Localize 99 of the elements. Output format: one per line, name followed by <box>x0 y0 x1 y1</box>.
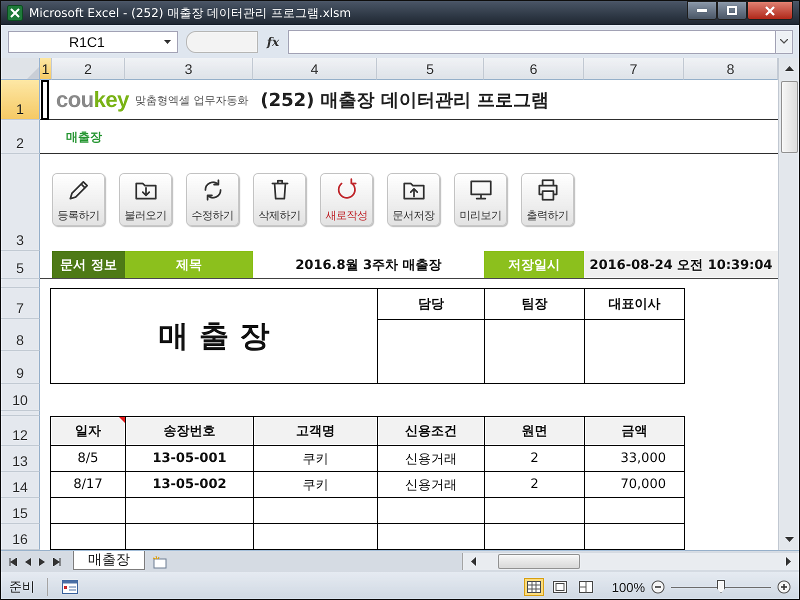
toolbar-button[interactable]: 새로작성 <box>320 173 373 226</box>
window-title: Microsoft Excel - (252) 매출장 데이터관리 프로그램.xlsm <box>29 4 352 22</box>
previous-sheet-icon[interactable] <box>25 558 31 566</box>
minimize-button[interactable] <box>687 1 717 20</box>
left-arrow-icon <box>471 557 476 566</box>
up-arrow-icon <box>784 66 794 71</box>
zoom-in-icon[interactable] <box>777 580 791 594</box>
row-header[interactable]: 13 <box>1 446 40 472</box>
title-value: 2016.8월 3주차 매출장 <box>294 257 443 275</box>
program-title: (252) 매출장 데이터관리 프로그램 <box>260 89 550 112</box>
column-header[interactable]: 4 <box>253 58 377 80</box>
expand-button[interactable] <box>776 30 793 54</box>
close-icon <box>765 6 775 16</box>
vertical-scrollbar[interactable] <box>778 58 799 550</box>
form-heading: 매 출 장 <box>50 288 378 384</box>
splitter-handle[interactable] <box>186 30 258 52</box>
excel-icon <box>7 5 23 21</box>
caret-icon <box>164 40 171 44</box>
down-arrow-icon <box>784 537 794 542</box>
table-cell: 2 <box>484 446 584 472</box>
column-heading: 고객명 <box>254 416 378 446</box>
column-heading: 일자 <box>50 416 126 446</box>
close-button[interactable] <box>747 1 793 20</box>
column-heading: 금액 <box>584 416 684 446</box>
toolbar-button[interactable]: 삭제하기 <box>253 173 306 226</box>
last-sheet-icon[interactable] <box>53 558 61 566</box>
zoom-out-icon[interactable] <box>651 580 665 594</box>
row-header[interactable]: 10 <box>1 384 40 411</box>
row-header[interactable]: 1 <box>1 80 40 120</box>
column-header[interactable]: 6 <box>484 58 584 80</box>
insert-function-button[interactable]: fx <box>262 34 284 48</box>
section-label: 문서 정보 <box>52 251 125 279</box>
row-header[interactable]: 2 <box>1 120 40 154</box>
normal-view-button[interactable] <box>524 578 544 596</box>
column-heading: 송장번호 <box>126 416 254 446</box>
column-heading: 원면 <box>484 416 584 446</box>
sheet-tab[interactable]: 매출장 <box>73 551 145 570</box>
right-arrow-icon <box>786 557 791 566</box>
toolbar-button[interactable]: 수정하기 <box>186 173 239 226</box>
toolbar-button[interactable]: 등록하기 <box>52 173 105 226</box>
sheet-label: 매출장 <box>66 128 102 146</box>
row-header[interactable]: 16 <box>1 524 40 550</box>
toolbar-button[interactable]: 불러오기 <box>119 173 172 226</box>
horizontal-scrollbar[interactable] <box>462 553 799 570</box>
column-header[interactable]: 2 <box>52 58 125 80</box>
toolbar-button[interactable]: 미리보기 <box>454 173 507 226</box>
macro-record-icon[interactable] <box>62 580 78 594</box>
column-heading: 신용조건 <box>378 416 484 446</box>
next-sheet-icon[interactable] <box>39 558 45 566</box>
column-header[interactable]: 5 <box>377 58 484 80</box>
row-header[interactable]: 9 <box>1 351 40 384</box>
status-text: 준비 <box>9 578 48 596</box>
row-header[interactable]: 8 <box>1 319 40 351</box>
row-header[interactable]: 3 <box>1 154 40 251</box>
row-header[interactable]: 15 <box>1 498 40 524</box>
slider-thumb[interactable] <box>717 580 725 593</box>
tagline: 맞춤형엑셀 업무자동화 <box>134 92 248 108</box>
zoom-percent[interactable]: 100% <box>612 580 645 594</box>
field-label: 저장일시 <box>484 251 584 279</box>
table-cell: 쿠키 <box>254 446 378 472</box>
table-cell: 쿠키 <box>254 472 378 498</box>
name-box[interactable]: R1C1 <box>8 30 178 52</box>
table-cell: 2 <box>484 472 584 498</box>
new-sheet-icon[interactable] <box>151 554 169 568</box>
column-header[interactable]: 8 <box>684 58 778 80</box>
approval-label: 팀장 <box>484 288 584 320</box>
maximize-button[interactable] <box>717 1 747 20</box>
zoom-slider[interactable] <box>671 579 771 595</box>
table-cell: 8/5 <box>50 446 126 472</box>
row-header[interactable]: 7 <box>1 288 40 319</box>
approval-label: 담당 <box>378 288 484 320</box>
cell-cursor <box>41 80 49 120</box>
toolbar-button[interactable]: 출력하기 <box>521 173 574 226</box>
table-cell: 신용거래 <box>378 446 484 472</box>
column-header[interactable]: 7 <box>584 58 684 80</box>
scroll-thumb[interactable] <box>498 554 580 569</box>
row-header[interactable]: 5 <box>1 251 40 279</box>
minimize-icon <box>697 8 707 12</box>
approval-label: 대표이사 <box>584 288 684 320</box>
logo-text: coukey <box>56 87 129 113</box>
scroll-thumb[interactable] <box>780 81 798 153</box>
first-sheet-icon[interactable] <box>9 558 17 566</box>
saved-time-value: 2016-08-24 오전 10:39:04 <box>584 251 778 279</box>
field-label: 제목 <box>125 251 253 279</box>
corner-triangle-icon <box>27 67 39 79</box>
column-header[interactable]: 3 <box>125 58 253 80</box>
column-header[interactable]: 1 <box>40 58 52 80</box>
table-cell: 신용거래 <box>378 472 484 498</box>
maximize-icon <box>727 6 737 15</box>
row-header[interactable]: 12 <box>1 416 40 446</box>
table-cell: 13-05-001 <box>126 446 254 472</box>
table-cell: 33,000 <box>584 446 684 472</box>
table-cell: 13-05-002 <box>126 472 254 498</box>
toolbar-button[interactable]: 문서저장 <box>387 173 440 226</box>
chevron-icon <box>780 39 788 44</box>
formula-input[interactable] <box>288 30 776 54</box>
table-cell: 8/17 <box>50 472 126 498</box>
row-header[interactable]: 14 <box>1 472 40 498</box>
table-cell: 70,000 <box>584 472 684 498</box>
